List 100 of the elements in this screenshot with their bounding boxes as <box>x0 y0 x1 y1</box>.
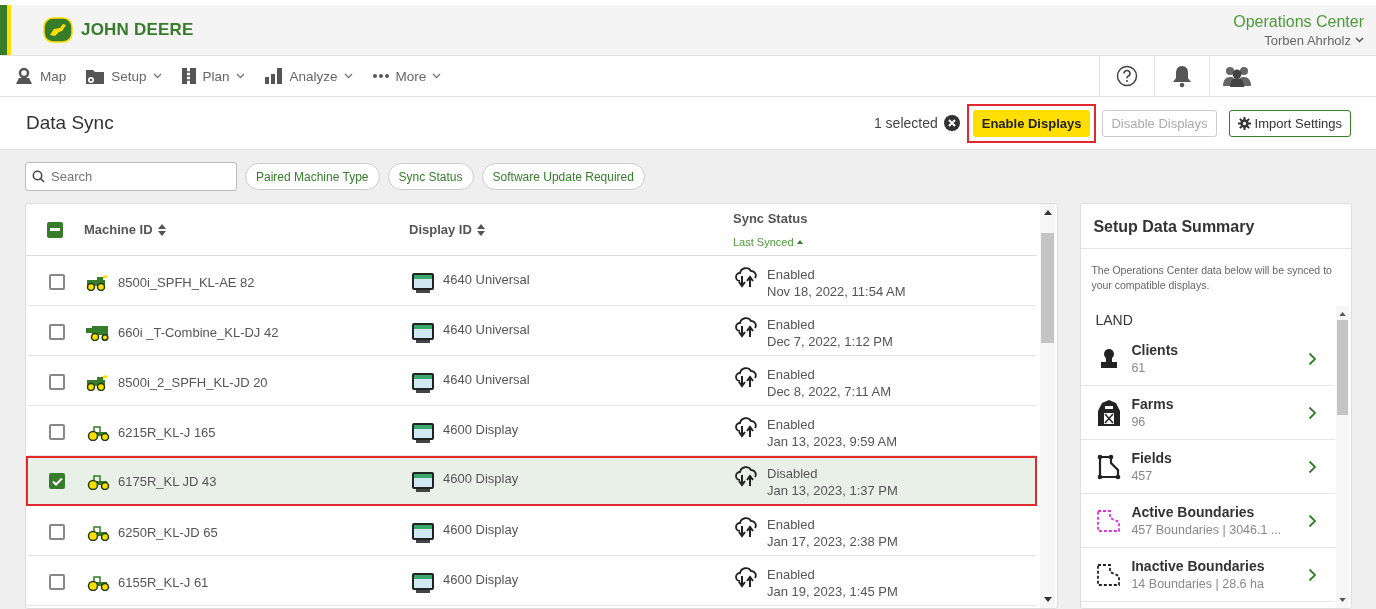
sync-status: Enabled <box>767 566 816 582</box>
row-checkbox[interactable] <box>49 573 65 590</box>
sort-link[interactable]: Last Synced <box>733 236 1038 248</box>
sort-ascending-icon <box>796 240 803 244</box>
select-all-checkbox[interactable] <box>47 221 63 238</box>
folder-icon <box>85 67 106 85</box>
barn-icon <box>1097 398 1122 427</box>
scrollbar[interactable] <box>1040 204 1056 608</box>
row-checkbox[interactable] <box>49 523 65 540</box>
summary-description: The Operations Center data below will be synced to your compatible displays. <box>1090 263 1333 293</box>
item-label: Active Boundaries <box>1131 504 1256 521</box>
scroll-thumb[interactable] <box>1337 320 1348 416</box>
display-icon <box>411 521 435 544</box>
column-header: Sync Status <box>733 211 808 226</box>
nav-item[interactable]: Plan <box>180 67 254 85</box>
summary-item[interactable]: Farms 96 <box>1081 386 1335 441</box>
display-id: 4600 Display <box>443 421 519 437</box>
row-checkbox[interactable] <box>49 373 65 390</box>
action-button[interactable]: Enable Displays <box>972 109 1091 137</box>
sync-status: Disabled <box>767 466 819 481</box>
filter-chip[interactable]: Paired Machine Type <box>245 163 380 190</box>
cloud-sync-icon <box>735 266 759 289</box>
row-checkbox[interactable] <box>49 323 65 340</box>
summary-item[interactable]: Fields 457 <box>1081 440 1335 495</box>
item-detail: 96 <box>1131 415 1147 430</box>
search-field[interactable]: Search <box>25 162 237 191</box>
more-icon <box>371 74 390 78</box>
scroll-down-icon[interactable] <box>1043 597 1052 602</box>
scroll-thumb[interactable] <box>1041 233 1055 343</box>
nav-item[interactable]: Analyze <box>263 67 362 85</box>
scroll-up-icon[interactable] <box>1339 312 1346 317</box>
chevron-right-icon <box>1308 405 1317 420</box>
gear-icon <box>1237 116 1251 130</box>
display-id: 4600 Display <box>443 571 519 587</box>
plan-icon <box>180 67 197 85</box>
sync-status: Enabled <box>767 366 816 382</box>
display-icon <box>411 371 435 394</box>
last-synced: Jan 13, 2023, 1:37 PM <box>767 483 898 498</box>
caret-icon <box>1355 37 1364 43</box>
row-checkbox[interactable] <box>49 273 65 290</box>
column-header[interactable]: Display ID <box>409 222 472 237</box>
scroll-down-icon[interactable] <box>1339 598 1346 602</box>
section-heading: LAND <box>1094 311 1134 331</box>
filter-chip[interactable]: Software Update Required <box>481 163 645 190</box>
user-menu[interactable]: Torben Ahrholz <box>1264 32 1364 48</box>
item-detail: 457 Boundaries | 3046.1 ... <box>1131 523 1283 538</box>
action-button[interactable]: Import Settings <box>1228 109 1351 137</box>
table-row[interactable]: 6175R_KL JD 43 4600 Display Disabled Jan 13, 2023, 1:37 PM <box>26 456 1038 506</box>
display-icon <box>411 471 435 493</box>
scroll-up-icon[interactable] <box>1043 210 1052 215</box>
tractor-icon <box>86 474 110 490</box>
item-label: Inactive Boundaries <box>1131 558 1266 575</box>
cloud-sync-icon <box>735 466 759 488</box>
display-id: 4600 Display <box>443 471 519 486</box>
caret-icon <box>432 73 442 79</box>
item-label: Farms <box>1131 396 1175 413</box>
tractor-icon <box>86 524 110 541</box>
harvester-icon <box>86 374 110 391</box>
tractor-icon <box>86 574 110 591</box>
summary-item[interactable]: Inactive Boundaries 14 Boundaries | 28.6 ha <box>1081 548 1335 603</box>
nav-item[interactable]: More <box>371 68 451 84</box>
cloud-sync-icon <box>735 566 759 589</box>
machine-id: 8500i_2_SPFH_KL-JD 20 <box>118 374 268 390</box>
item-label: Fields <box>1131 450 1173 467</box>
caret-icon <box>235 73 245 79</box>
item-detail: 457 <box>1131 469 1154 484</box>
sync-status: Enabled <box>767 416 816 432</box>
summary-item[interactable]: Clients 61 <box>1081 332 1335 387</box>
last-synced: Dec 7, 2022, 1:12 PM <box>767 333 893 349</box>
machine-id: 6215R_KL-J 165 <box>118 424 216 440</box>
nav-item[interactable]: Setup <box>85 67 171 85</box>
deer-logo-icon <box>43 17 73 43</box>
nav-item[interactable]: Map <box>14 67 76 85</box>
sync-status: Enabled <box>767 316 816 332</box>
row-checkbox[interactable] <box>49 423 65 440</box>
chevron-right-icon <box>1308 459 1317 474</box>
chevron-right-icon <box>1308 351 1317 366</box>
item-label: Clients <box>1131 342 1180 359</box>
last-synced: Nov 18, 2022, 11:54 AM <box>767 283 906 299</box>
machine-id: 6155R_KL-J 61 <box>118 574 209 590</box>
display-icon <box>411 321 435 344</box>
filter-chip[interactable]: Sync Status <box>387 163 474 190</box>
scrollbar[interactable] <box>1336 306 1349 608</box>
field-shape-icon <box>1097 453 1122 480</box>
chevron-right-icon <box>1308 567 1317 582</box>
sort-icon[interactable] <box>157 223 166 236</box>
display-id: 4640 Universal <box>443 271 530 287</box>
last-synced: Jan 17, 2023, 2:38 PM <box>767 533 898 549</box>
summary-item[interactable]: Active Boundaries 457 Boundaries | 3046.1 ... <box>1081 494 1335 549</box>
item-detail: 61 <box>1131 361 1147 376</box>
harvester-icon <box>86 274 110 291</box>
display-icon <box>411 271 435 294</box>
column-header[interactable]: Machine ID <box>84 222 153 237</box>
last-synced: Jan 19, 2023, 1:45 PM <box>767 583 898 599</box>
clear-selection-icon[interactable] <box>943 115 960 131</box>
sync-status: Enabled <box>767 516 816 532</box>
row-checkbox[interactable] <box>49 473 65 489</box>
last-synced: Dec 8, 2022, 7:11 AM <box>767 383 892 399</box>
machine-id: 6250R_KL-JD 65 <box>118 524 218 540</box>
sort-icon[interactable] <box>476 223 485 236</box>
